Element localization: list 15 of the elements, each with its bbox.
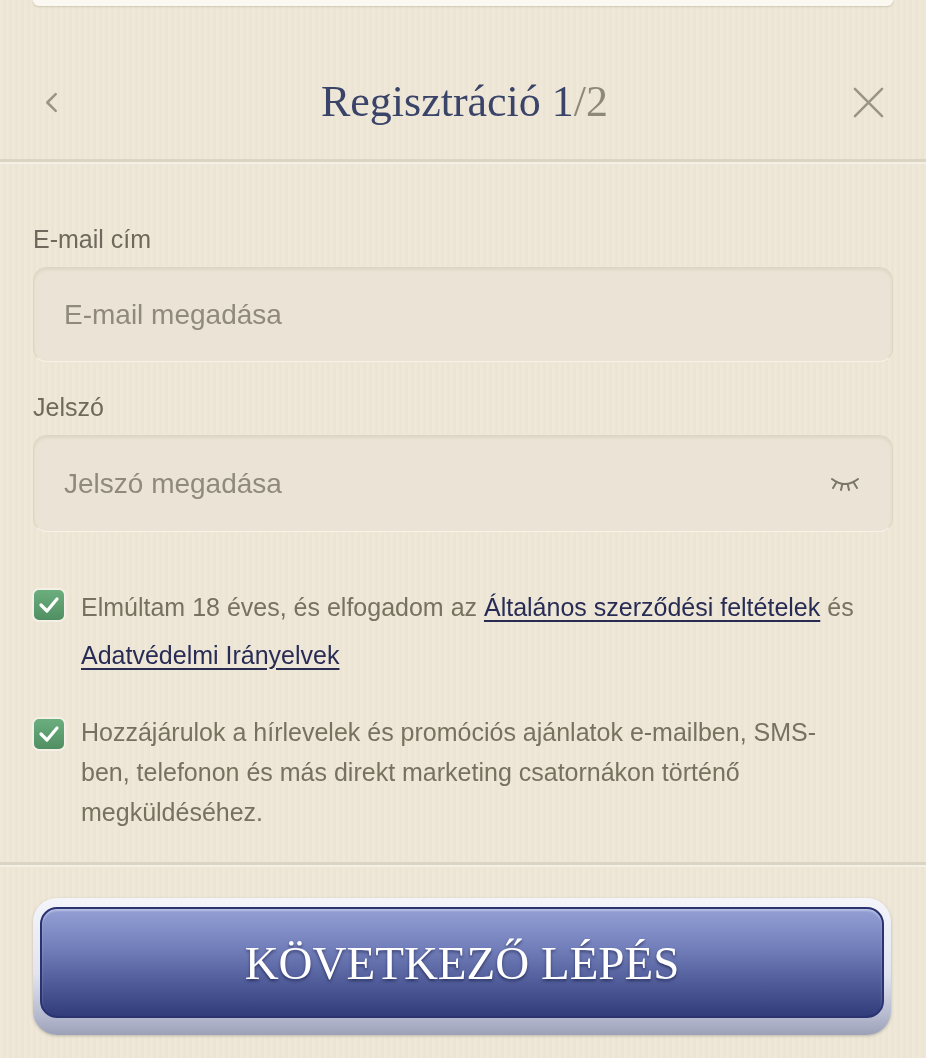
back-chevron-icon[interactable] [45, 91, 58, 113]
next-step-button[interactable]: KÖVETKEZŐ LÉPÉS [33, 898, 891, 1035]
dialog-title: Regisztráció 1/2 [320, 76, 609, 128]
consent-link[interactable]: Általános szerződési feltételek [484, 583, 821, 631]
field-label: E-mail cím [33, 225, 152, 253]
email-field[interactable]: E-mail megadása [33, 267, 893, 362]
consent-link[interactable]: Adatvédelmi Irányelvek [81, 631, 340, 679]
consent-text: Hozzájárulok a hírlevelek és promóciós ajánlatok e-mailben, SMS-ben, telefonon és más direkt marketing csatornákon történő megküldéséhez. [81, 717, 818, 828]
close-icon[interactable] [853, 86, 884, 118]
consent-checkbox[interactable] [32, 717, 66, 751]
password-field[interactable]: Jelszó megadása [33, 435, 893, 532]
closed-eye-icon[interactable] [830, 476, 860, 491]
consent-text: Elmúltam 18 éves, és elfogadom az Általános szerződési feltételek és Adatvédelmi Irányelvek [81, 583, 859, 679]
consent-checkbox[interactable] [32, 588, 66, 622]
field-label: Jelszó [33, 393, 104, 421]
